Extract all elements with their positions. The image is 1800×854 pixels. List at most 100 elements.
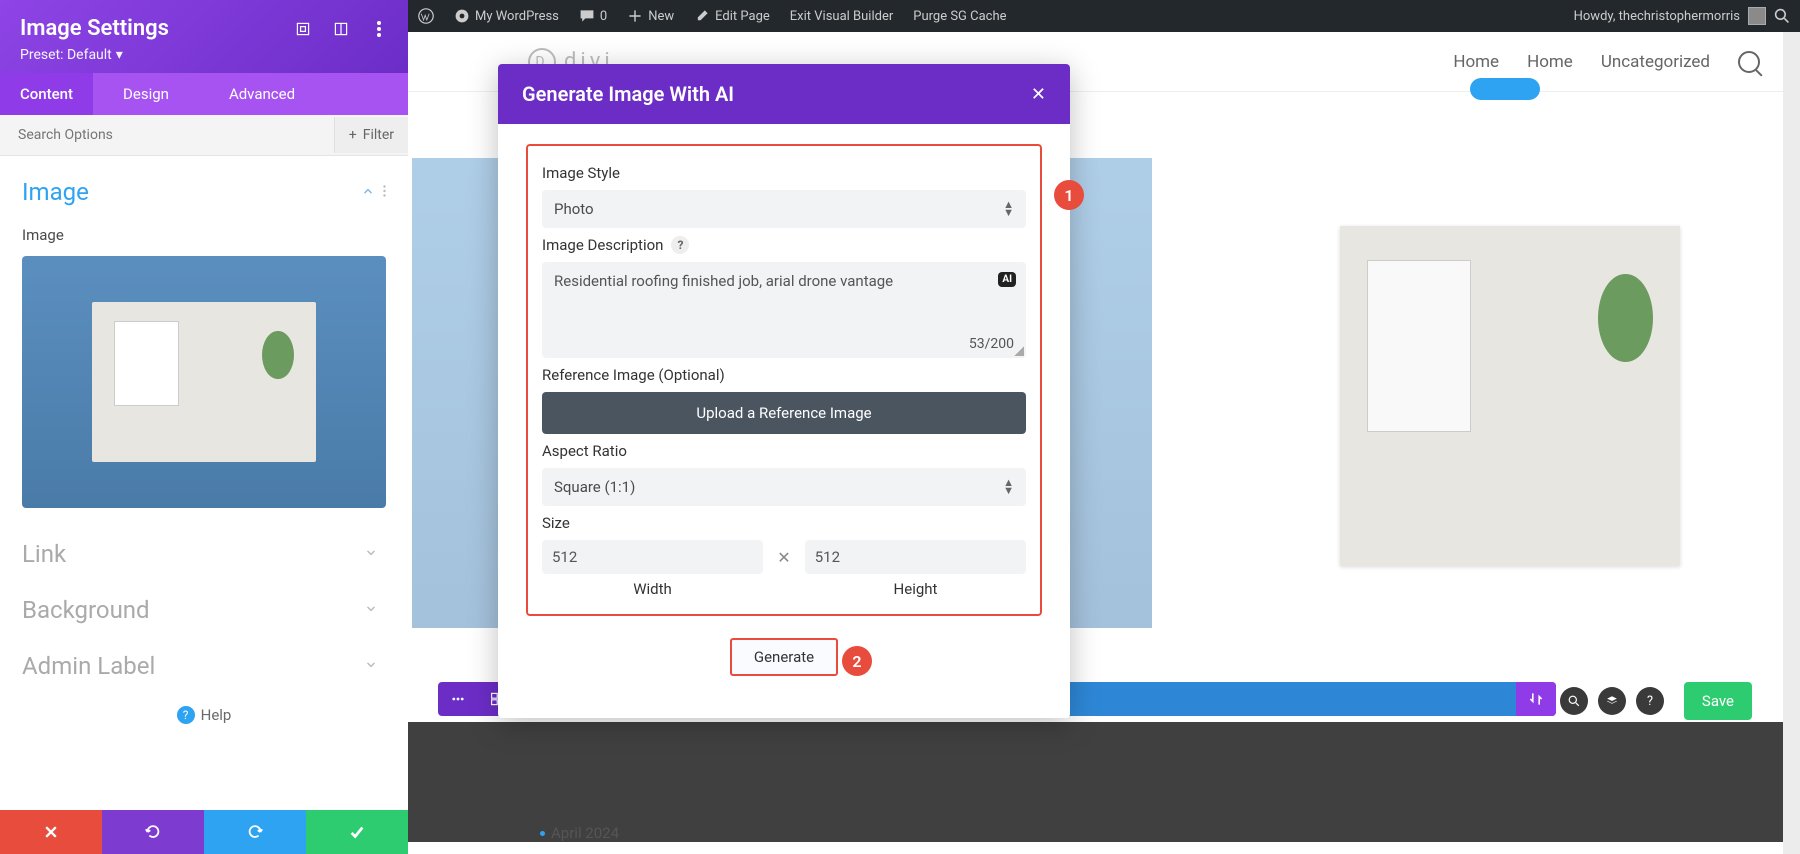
- aspect-ratio-select[interactable]: Square (1:1) ▲▼: [542, 468, 1026, 506]
- group-background-title: Background: [22, 596, 364, 624]
- settings-header: Image Settings Preset: Default▾: [0, 0, 408, 73]
- aspect-ratio-label: Aspect Ratio: [542, 442, 1026, 460]
- select-arrows-icon: ▲▼: [1003, 201, 1014, 217]
- group-background[interactable]: Background: [0, 582, 408, 638]
- purge-cache[interactable]: Purge SG Cache: [903, 0, 1016, 32]
- wp-logo[interactable]: [408, 0, 444, 32]
- module-pill[interactable]: [1470, 78, 1540, 100]
- times-icon: ✕: [777, 548, 790, 567]
- filter-button[interactable]: + Filter: [334, 117, 408, 153]
- avatar[interactable]: [1748, 7, 1766, 25]
- field-image-label: Image: [0, 220, 408, 250]
- filter-label: Filter: [363, 127, 394, 143]
- snap-icon[interactable]: [294, 20, 312, 38]
- search-icon[interactable]: [1774, 8, 1790, 24]
- page-image-module[interactable]: [1340, 226, 1680, 566]
- save-button[interactable]: Save: [1684, 682, 1752, 720]
- purge-label: Purge SG Cache: [913, 9, 1006, 24]
- image-style-value: Photo: [554, 200, 594, 218]
- plus-icon: +: [349, 127, 357, 143]
- tool-help[interactable]: ?: [1636, 687, 1664, 715]
- image-preview[interactable]: [22, 256, 386, 508]
- group-admin-label[interactable]: Admin Label: [0, 638, 408, 694]
- comment-icon: [579, 8, 595, 24]
- height-input[interactable]: 512: [805, 540, 1026, 574]
- modal-header: Generate Image With AI ✕: [498, 64, 1070, 124]
- help-label: Help: [201, 706, 232, 724]
- bullet-icon: [540, 831, 545, 836]
- builder-right-tools: ? Save: [1560, 682, 1752, 720]
- nav-home-1[interactable]: Home: [1453, 52, 1499, 72]
- dashboard-icon: [454, 8, 470, 24]
- image-style-select[interactable]: Photo ▲▼: [542, 190, 1026, 228]
- archive-link[interactable]: April 2024: [540, 824, 619, 842]
- help-link[interactable]: ?Help: [0, 694, 408, 726]
- tool-layers[interactable]: [1598, 687, 1626, 715]
- chevron-down-icon: [364, 545, 378, 564]
- image-description-input[interactable]: Residential roofing finished job, arial …: [542, 262, 1026, 358]
- new-content[interactable]: New: [617, 0, 684, 32]
- image-thumbnail: [92, 302, 316, 462]
- tab-content[interactable]: Content: [0, 73, 93, 115]
- exit-visual-builder[interactable]: Exit Visual Builder: [780, 0, 903, 32]
- site-name-label: My WordPress: [475, 9, 559, 24]
- redo-button[interactable]: [204, 810, 306, 854]
- tab-advanced[interactable]: Advanced: [209, 73, 315, 115]
- options-list[interactable]: Image Image Link Background Admin Label …: [0, 156, 408, 810]
- search-row: + Filter: [0, 115, 408, 156]
- group-more-icon[interactable]: [383, 183, 386, 202]
- apply-button[interactable]: [306, 810, 408, 854]
- undo-button[interactable]: [102, 810, 204, 854]
- module-settings-panel: Image Settings Preset: Default▾ Content …: [0, 0, 408, 854]
- nav-search-icon[interactable]: [1738, 51, 1760, 73]
- resize-handle-icon[interactable]: [1014, 346, 1024, 356]
- callout-badge-2: 2: [842, 646, 872, 676]
- image-description-label: Image Description?: [542, 236, 1026, 254]
- primary-nav: Home Home Uncategorized: [1453, 51, 1760, 73]
- group-link[interactable]: Link: [0, 526, 408, 582]
- new-label: New: [648, 9, 674, 24]
- more-icon[interactable]: [370, 20, 388, 38]
- preset-label: Preset: Default: [20, 47, 112, 63]
- page-scrollbar[interactable]: [1783, 0, 1800, 854]
- chevron-down-icon: [364, 657, 378, 676]
- toolbar-swap[interactable]: [1516, 682, 1556, 716]
- tab-design[interactable]: Design: [103, 73, 189, 115]
- select-arrows-icon: ▲▼: [1003, 479, 1014, 495]
- group-admin-label-title: Admin Label: [22, 652, 364, 680]
- edit-label: Edit Page: [715, 9, 770, 24]
- group-link-title: Link: [22, 540, 364, 568]
- search-options-input[interactable]: [0, 115, 334, 155]
- image-description-value: Residential roofing finished job, arial …: [554, 272, 1014, 290]
- discard-button[interactable]: [0, 810, 102, 854]
- exit-vb-label: Exit Visual Builder: [790, 9, 893, 24]
- chevron-down-icon: [364, 601, 378, 620]
- preset-selector[interactable]: Preset: Default▾: [20, 47, 388, 63]
- width-input[interactable]: 512: [542, 540, 763, 574]
- chevron-down-icon: ▾: [116, 47, 123, 63]
- upload-reference-button[interactable]: Upload a Reference Image: [542, 392, 1026, 434]
- modal-title: Generate Image With AI: [522, 82, 734, 106]
- howdy-text[interactable]: Howdy, thechristophermorris: [1574, 9, 1740, 24]
- help-icon[interactable]: ?: [671, 236, 689, 254]
- settings-tabs: Content Design Advanced: [0, 73, 408, 115]
- site-name[interactable]: My WordPress: [444, 0, 569, 32]
- ai-badge-icon[interactable]: AI: [998, 272, 1016, 287]
- tool-zoom[interactable]: [1560, 687, 1588, 715]
- archive-label: April 2024: [551, 824, 619, 842]
- group-image-title: Image: [22, 178, 361, 206]
- wp-admin-bar: My WordPress 0 New Edit Page Exit Visual…: [408, 0, 1800, 32]
- callout-badge-1: 1: [1054, 180, 1084, 210]
- generate-button[interactable]: Generate: [730, 638, 838, 676]
- pencil-icon: [694, 8, 710, 24]
- expand-icon[interactable]: [332, 20, 350, 38]
- toolbar-menu[interactable]: [438, 682, 478, 716]
- nav-uncategorized[interactable]: Uncategorized: [1601, 52, 1710, 72]
- aspect-ratio-value: Square (1:1): [554, 478, 635, 496]
- image-style-label: Image Style: [542, 164, 1026, 182]
- close-icon[interactable]: ✕: [1031, 84, 1046, 105]
- comments[interactable]: 0: [569, 0, 617, 32]
- edit-page[interactable]: Edit Page: [684, 0, 780, 32]
- nav-home-2[interactable]: Home: [1527, 52, 1573, 72]
- group-image[interactable]: Image: [0, 164, 408, 220]
